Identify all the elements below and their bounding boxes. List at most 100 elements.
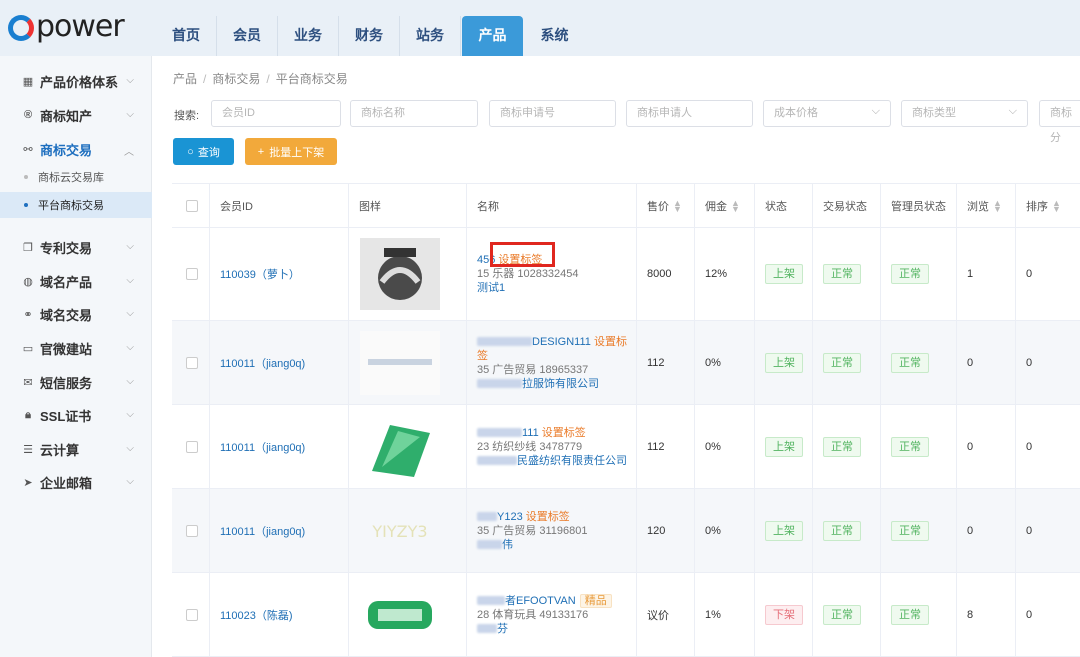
applicant-input[interactable]: 商标申请人 xyxy=(626,100,753,127)
name-cell: Y123 设置标签 35 广告贸易 31196801 伟 xyxy=(467,489,637,572)
breadcrumb-item[interactable]: 产品 xyxy=(173,72,197,86)
sidebar-item-cloud[interactable]: ☰ 云计算 ⌵ xyxy=(0,434,152,464)
monitor-icon: ▭ xyxy=(22,342,34,355)
set-tag-link[interactable]: 设置标签 xyxy=(542,427,586,439)
sort-cell[interactable]: 0 xyxy=(1016,228,1080,320)
applicant-link[interactable]: 伟 xyxy=(502,539,513,551)
trademark-image[interactable] xyxy=(359,578,441,652)
trademark-name-link[interactable]: DESIGN111 xyxy=(532,336,591,348)
trademark-class-select[interactable]: 商标分 xyxy=(1039,100,1080,144)
application-number-input[interactable]: 商标申请号 xyxy=(489,100,616,127)
sidebar-item-trademark-ip[interactable]: ® 商标知产 ⌵ xyxy=(0,100,152,130)
sidebar-item-label: SSL证书 xyxy=(40,408,92,424)
member-id-link[interactable]: 110011（jiang0q) xyxy=(210,321,349,404)
trademark-name-link[interactable]: 111 xyxy=(522,427,539,439)
listing-status-badge[interactable]: 下架 xyxy=(765,604,803,625)
breadcrumb: 产品 / 商标交易 / 平台商标交易 xyxy=(173,72,348,86)
sort-cell[interactable]: 0 xyxy=(1016,573,1080,656)
cost-price-select[interactable]: 成本价格 xyxy=(763,99,891,127)
nav-item-business[interactable]: 业务 xyxy=(278,16,339,56)
batch-toggle-button[interactable]: + 批量上下架 xyxy=(245,138,337,165)
admin-status-badge[interactable]: 正常 xyxy=(891,352,929,373)
set-tag-link[interactable]: 设置标签 xyxy=(526,511,570,523)
trademark-image[interactable] xyxy=(359,410,441,484)
nav-item-home[interactable]: 首页 xyxy=(156,16,217,56)
header-views[interactable]: 浏览 ▲ ▼ xyxy=(957,184,1016,227)
member-id-link[interactable]: 110023（陈磊) xyxy=(210,573,349,656)
applicant-link[interactable]: 测试1 xyxy=(477,282,505,294)
class-and-number: 35 广告贸易 18965337 xyxy=(477,363,589,376)
nav-item-system[interactable]: 系统 xyxy=(524,16,585,56)
query-button[interactable]: ○ 查询 xyxy=(173,138,234,165)
sort-cell[interactable]: 0 xyxy=(1016,321,1080,404)
row-checkbox[interactable] xyxy=(186,524,198,537)
name-cell: 者EFOOTVAN 精品 28 体育玩具 49133176 芬 xyxy=(467,573,637,656)
trademark-name-link[interactable]: Y123 xyxy=(497,511,523,523)
row-checkbox[interactable] xyxy=(186,356,198,369)
row-checkbox[interactable] xyxy=(186,608,198,621)
listing-status-badge[interactable]: 上架 xyxy=(765,352,803,373)
header-price[interactable]: 售价 ▲ ▼ xyxy=(637,184,695,227)
admin-status-badge[interactable]: 正常 xyxy=(891,604,929,625)
breadcrumb-item[interactable]: 商标交易 xyxy=(212,72,260,86)
member-id-link[interactable]: 110011（jiang0q) xyxy=(210,405,349,488)
brand-logo[interactable]: power xyxy=(8,6,125,46)
sidebar-item-price-system[interactable]: ▦ 产品价格体系 ⌵ xyxy=(0,66,152,96)
member-id-link[interactable]: 110011（jiang0q) xyxy=(210,489,349,572)
sidebar-subitem-platform-trade[interactable]: 平台商标交易 xyxy=(0,192,152,218)
member-id-input[interactable]: 会员ID xyxy=(211,100,341,127)
views-cell: 0 xyxy=(957,405,1016,488)
row-checkbox[interactable] xyxy=(186,268,198,280)
row-checkbox[interactable] xyxy=(186,440,198,453)
trademark-image[interactable]: YIYZY3 xyxy=(359,494,441,568)
nav-item-members[interactable]: 会员 xyxy=(217,16,278,56)
trademark-type-select[interactable]: 商标类型 xyxy=(901,99,1028,127)
nav-item-products[interactable]: 产品 xyxy=(462,16,523,56)
sidebar-item-domain-products[interactable]: ◍ 域名产品 ⌵ xyxy=(0,266,152,296)
row-select-cell xyxy=(172,405,210,488)
applicant-link[interactable]: 拉服饰有限公司 xyxy=(522,378,599,390)
listing-status-badge[interactable]: 上架 xyxy=(765,520,803,541)
registered-icon: ® xyxy=(23,109,33,121)
class-and-number: 15 乐器 1028332454 xyxy=(477,268,579,280)
trademark-image-cell xyxy=(349,228,467,320)
sidebar-item-trademark-trade[interactable]: ⚯ 商标交易 ︿ xyxy=(0,134,152,164)
sidebar-item-domain-trade[interactable]: ⚭ 域名交易 ⌵ xyxy=(0,299,152,329)
sidebar-item-site-builder[interactable]: ▭ 官微建站 ⌵ xyxy=(0,333,152,363)
trademark-image[interactable] xyxy=(359,237,441,311)
listing-status-badge[interactable]: 上架 xyxy=(765,436,803,457)
sidebar-item-email[interactable]: ➤ 企业邮箱 ⌵ xyxy=(0,467,152,497)
header-select-all xyxy=(172,184,210,227)
sidebar-item-sms[interactable]: ✉ 短信服务 ⌵ xyxy=(0,367,152,397)
sort-cell[interactable]: 0 xyxy=(1016,489,1080,572)
member-id-link[interactable]: 110039（萝卜） xyxy=(210,228,349,320)
listing-status-badge[interactable]: 上架 xyxy=(765,264,803,284)
chevron-down-icon: ⌵ xyxy=(126,75,134,86)
sidebar-item-label: 商标知产 xyxy=(40,108,93,124)
applicant-link[interactable]: 芬 xyxy=(497,623,508,635)
header-commission[interactable]: 佣金 ▲ ▼ xyxy=(695,184,755,227)
select-all-checkbox[interactable] xyxy=(186,199,198,212)
server-icon: ☰ xyxy=(23,443,33,456)
sidebar-item-ssl[interactable]: 🔒︎ SSL证书 ⌵ xyxy=(0,400,152,430)
header-sort[interactable]: 排序 ▲ ▼ xyxy=(1016,184,1080,227)
sidebar-item-label: 企业邮箱 xyxy=(40,475,93,491)
sort-cell[interactable]: 0 xyxy=(1016,405,1080,488)
applicant-link[interactable]: 民盛纺织有限责任公司 xyxy=(517,455,627,467)
views-cell: 0 xyxy=(957,321,1016,404)
trade-status-badge: 正常 xyxy=(823,264,861,284)
trademark-name-input[interactable]: 商标名称 xyxy=(350,100,478,127)
trade-status-cell: 正常 xyxy=(813,405,881,488)
row-select-cell xyxy=(172,228,210,320)
nav-item-site[interactable]: 站务 xyxy=(400,16,461,56)
admin-status-badge[interactable]: 正常 xyxy=(891,436,929,457)
trademark-name-link[interactable]: 者EFOOTVAN xyxy=(505,595,576,607)
nav-item-finance[interactable]: 财务 xyxy=(339,16,400,56)
admin-status-badge[interactable]: 正常 xyxy=(891,264,929,284)
admin-status-badge[interactable]: 正常 xyxy=(891,520,929,541)
sidebar-item-patent-trade[interactable]: ❐ 专利交易 ⌵ xyxy=(0,232,152,262)
chevron-down-icon: ⌵ xyxy=(126,109,134,120)
status-cell: 上架 xyxy=(755,405,813,488)
trademark-image[interactable] xyxy=(359,326,441,400)
sidebar-subitem-cloud-library[interactable]: 商标云交易库 xyxy=(0,164,152,190)
